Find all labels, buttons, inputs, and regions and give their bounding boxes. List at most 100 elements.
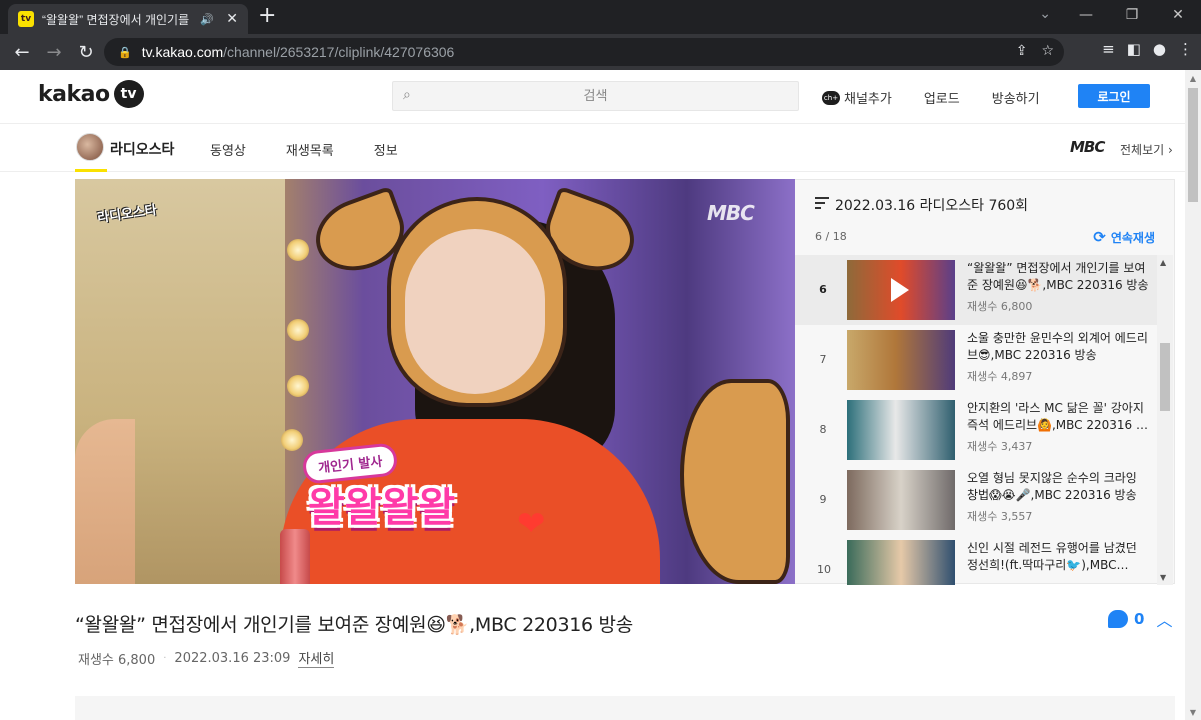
kakao-tv-logo[interactable]: kakao tv <box>38 80 144 108</box>
repeat-icon: ⟳ <box>1093 228 1106 246</box>
search-box: ⌕ <box>392 81 799 111</box>
upload-button[interactable]: 업로드 <box>924 88 960 107</box>
channel-add-label: 채널추가 <box>844 92 892 107</box>
window-close-icon[interactable]: ✕ <box>1155 0 1201 30</box>
channel-avatar[interactable] <box>76 133 104 161</box>
address-bar[interactable]: 🔒 tv.kakao.com/channel/2653217/cliplink/… <box>104 38 1064 66</box>
playlist-scrollbar[interactable]: ▲ ▼ <box>1157 255 1173 585</box>
tab-info[interactable]: 정보 <box>374 140 398 159</box>
mbc-logo[interactable]: MBC <box>1070 138 1105 156</box>
playlist-item-views: 재생수 3,557 <box>967 510 1033 523</box>
studio-bulb <box>287 239 309 261</box>
playlist-title: 2022.03.16 라디오스타 760회 <box>835 198 1029 214</box>
autoplay-toggle[interactable]: ⟳ 연속재생 <box>1093 228 1155 246</box>
comment-icon <box>1108 610 1128 628</box>
search-icon[interactable]: ⌕ <box>403 87 411 103</box>
playlist-item[interactable]: 6 “왈왈왈” 면접장에서 개인기를 보여준 장예원😆🐕,MBC 220316 … <box>795 255 1157 325</box>
broadcast-button[interactable]: 방송하기 <box>992 88 1040 107</box>
playlist-menu-icon <box>815 197 829 212</box>
video-views: 재생수 6,800 <box>78 652 156 668</box>
playlist-item-number: 6 <box>819 283 827 296</box>
playlist-item-views: 재생수 3,437 <box>967 440 1033 453</box>
playlist-header: 2022.03.16 라디오스타 760회 6 / 18 ⟳ 연속재생 <box>795 180 1175 255</box>
playlist-item-title[interactable]: 소울 충만한 윤민수의 외계어 에드리브😎,MBC 220316 방송 <box>967 330 1149 364</box>
comment-button[interactable]: 0 ︿ <box>1108 607 1172 631</box>
comment-count: 0 <box>1134 610 1145 628</box>
restore-icon[interactable]: ❐ <box>1109 0 1155 30</box>
playlist-item[interactable]: 7 소울 충만한 윤민수의 외계어 에드리브😎,MBC 220316 방송 재생… <box>795 325 1157 395</box>
playlist-item-thumbnail[interactable] <box>847 330 955 390</box>
tab-search-chevron-icon[interactable]: ⌄ <box>1039 6 1051 22</box>
channel-nav: 라디오스타 동영상 재생목록 정보 MBC 전체보기 › <box>0 124 1185 172</box>
share-icon[interactable]: ⇪ <box>1016 43 1028 59</box>
playlist-item-title[interactable]: 오열 형님 못지않은 순수의 크라잉 창법😱😭🎤,MBC 220316 방송 <box>967 470 1149 504</box>
header-menu: ch+ 채널추가 업로드 방송하기 <box>822 88 1040 107</box>
playlist-item[interactable]: 10 신인 시절 레전드 유행어를 남겼던 정선희!(ft.딱따구리🐦),MBC… <box>795 535 1157 585</box>
scroll-up-icon[interactable]: ▲ <box>1160 258 1166 267</box>
chevron-right-icon: › <box>1168 143 1173 157</box>
tab-close-icon[interactable]: ✕ <box>226 11 238 27</box>
channel-add-button[interactable]: ch+ 채널추가 <box>822 88 892 107</box>
kakao-tv-favicon-icon: tv <box>18 11 34 27</box>
playlist-item-number: 9 <box>819 493 827 506</box>
view-all-link[interactable]: 전체보기 › <box>1120 141 1173 158</box>
playlist-panel: 2022.03.16 라디오스타 760회 6 / 18 ⟳ 연속재생 6 “왈… <box>795 179 1175 585</box>
tab-playlists[interactable]: 재생목록 <box>286 140 334 159</box>
playlist-item-title[interactable]: 신인 시절 레전드 유행어를 남겼던 정선희!(ft.딱따구리🐦),MBC… <box>967 540 1149 574</box>
playlist-scroll-thumb[interactable] <box>1160 343 1170 411</box>
page: kakao tv ⌕ ch+ 채널추가 업로드 방송하기 로그인 라디오스타 동… <box>0 70 1185 720</box>
minimize-icon[interactable]: — <box>1063 0 1109 30</box>
guest-shoulder <box>75 419 135 584</box>
forward-icon[interactable]: → <box>38 36 70 68</box>
media-control-icon[interactable]: ≡ <box>1102 40 1115 58</box>
browser-menu-icon[interactable]: ⋮ <box>1178 40 1193 58</box>
playlist-count: 6 / 18 <box>815 230 847 243</box>
playlist-item-number: 10 <box>817 563 831 576</box>
playlist-item-title[interactable]: “왈왈왈” 면접장에서 개인기를 보여준 장예원😆🐕,MBC 220316 방송 <box>967 260 1149 294</box>
playlist-item-title[interactable]: 안지환의 '라스 MC 닮은 꼴' 강아지 즉석 에드리브🙆,MBC 22031… <box>967 400 1149 434</box>
playlist-item[interactable]: 9 오열 형님 못지않은 순수의 크라잉 창법😱😭🎤,MBC 220316 방송… <box>795 465 1157 535</box>
playlist-item[interactable]: 8 안지환의 '라스 MC 닮은 꼴' 강아지 즉석 에드리브🙆,MBC 220… <box>795 395 1157 465</box>
profile-icon[interactable]: ● <box>1153 40 1166 58</box>
playlist-item-thumbnail[interactable] <box>847 470 955 530</box>
scroll-down-icon[interactable]: ▼ <box>1160 573 1166 582</box>
logo-text: kakao <box>38 81 110 107</box>
video-title: “왈왈왈” 면접장에서 개인기를 보여준 장예원😆🐕,MBC 220316 방송 <box>75 614 633 636</box>
reload-icon[interactable]: ↻ <box>70 36 102 68</box>
window-controls: — ❐ ✕ <box>1063 0 1201 30</box>
broadcast-label: 방송하기 <box>991 92 1040 107</box>
page-scrollbar[interactable]: ▲ ▼ <box>1185 70 1201 720</box>
channel-tab-underline <box>75 169 107 172</box>
new-tab-icon[interactable]: + <box>258 5 276 27</box>
playlist-item-number: 8 <box>819 423 827 436</box>
studio-bulb <box>287 319 309 341</box>
lock-icon[interactable]: 🔒 <box>118 46 132 59</box>
channel-add-icon: ch+ <box>822 90 840 105</box>
autoplay-label: 연속재생 <box>1110 230 1155 245</box>
guest-face <box>405 229 545 394</box>
channel-name[interactable]: 라디오스타 <box>110 139 174 159</box>
bookmark-star-icon[interactable]: ☆ <box>1041 43 1054 59</box>
detail-link[interactable]: 자세히 <box>298 648 335 668</box>
side-panel-icon[interactable]: ◧ <box>1127 40 1141 58</box>
back-icon[interactable]: ← <box>6 36 38 68</box>
playlist-item-thumbnail[interactable] <box>847 260 955 320</box>
studio-bulb <box>287 375 309 397</box>
tab-videos[interactable]: 동영상 <box>210 140 246 159</box>
audio-playing-icon[interactable]: 🔊 <box>200 13 214 26</box>
login-button[interactable]: 로그인 <box>1078 84 1150 108</box>
page-scroll-down-icon[interactable]: ▼ <box>1188 708 1198 717</box>
tab-title: “왈왈왈” 면접장에서 개인기를 보여준 장예원 <box>42 12 192 27</box>
heart-icon: ❤ <box>517 504 546 544</box>
url-path: /channel/2653217/cliplink/427076306 <box>223 44 455 60</box>
search-input[interactable] <box>393 82 798 110</box>
playlist-item-thumbnail[interactable] <box>847 400 955 460</box>
page-scroll-thumb[interactable] <box>1188 88 1198 202</box>
page-scroll-up-icon[interactable]: ▲ <box>1188 74 1198 83</box>
chevron-up-icon[interactable]: ︿ <box>1156 607 1172 631</box>
browser-tab[interactable]: tv “왈왈왈” 면접장에서 개인기를 보여준 장예원 🔊 ✕ <box>8 4 248 34</box>
playlist-item-number: 7 <box>819 353 827 366</box>
video-player[interactable]: 라디오스타 MBC 개인기 발사 왈왈왈왈 ❤ <box>75 179 795 584</box>
upload-label: 업로드 <box>923 92 960 107</box>
playlist-item-thumbnail[interactable] <box>847 540 955 585</box>
